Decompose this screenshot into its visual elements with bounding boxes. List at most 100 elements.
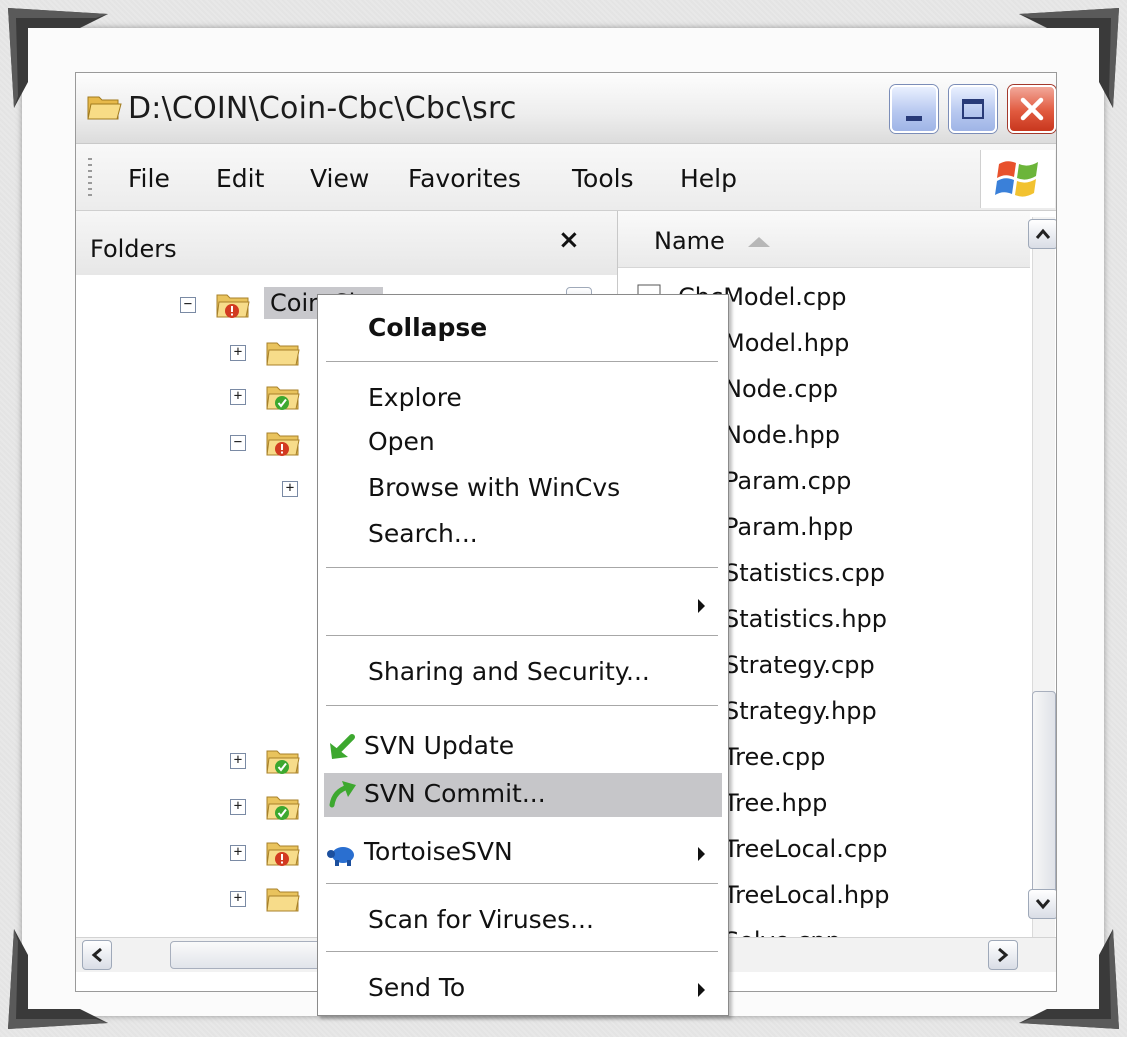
tree-node[interactable]: +: [282, 469, 322, 509]
sort-ascending-icon: [748, 237, 770, 247]
ctx-item-label: TortoiseSVN: [364, 837, 513, 866]
maximize-icon: [962, 99, 984, 119]
ctx-item-label: Collapse: [368, 313, 488, 342]
scroll-down-button[interactable]: [1028, 889, 1056, 919]
chevron-left-icon: [91, 947, 102, 963]
ctx-browse-wincvs[interactable]: Browse with WinCvs: [318, 467, 728, 511]
ctx-scan-viruses[interactable]: Scan for Viruses...: [318, 899, 728, 943]
windows-logo: [980, 150, 1055, 208]
ctx-svn-commit[interactable]: SVN Commit...: [324, 773, 722, 817]
ctx-item-label: Sharing and Security...: [368, 657, 650, 686]
file-name: Strategy.hpp: [724, 697, 877, 725]
scroll-left-button[interactable]: [82, 940, 112, 970]
collapse-toggle-icon[interactable]: −: [230, 435, 246, 451]
ctx-item-label: Send To: [368, 973, 466, 1002]
ctx-submenu-item[interactable]: [318, 583, 728, 627]
menu-separator: [326, 951, 718, 952]
close-icon: [1020, 97, 1044, 121]
folders-header: Folders ×: [76, 211, 617, 275]
chevron-down-icon: [1035, 899, 1051, 910]
file-name: Param.hpp: [724, 513, 854, 541]
folder-icon: [266, 888, 300, 912]
menu-separator: [326, 883, 718, 884]
file-name: Param.cpp: [724, 467, 852, 495]
minimize-button[interactable]: [890, 85, 938, 133]
ctx-svn-update[interactable]: SVN Update: [318, 725, 728, 769]
ctx-item-label: Browse with WinCvs: [368, 473, 621, 502]
expand-toggle-icon[interactable]: +: [282, 481, 298, 497]
ctx-item-label: Search...: [368, 519, 478, 548]
menu-help[interactable]: Help: [680, 164, 737, 193]
context-menu: Collapse Explore Open Browse with WinCvs…: [317, 294, 729, 1016]
folder-versioned-icon: [266, 796, 300, 820]
ctx-item-label: Explore: [368, 383, 462, 412]
folder-versioned-icon: [266, 386, 300, 410]
menu-tools[interactable]: Tools: [572, 164, 634, 193]
folders-close-icon[interactable]: ×: [558, 225, 580, 255]
menu-separator: [326, 705, 718, 706]
expand-toggle-icon[interactable]: +: [230, 345, 246, 361]
expand-toggle-icon[interactable]: +: [230, 799, 246, 815]
file-name: Tree.cpp: [724, 743, 826, 771]
file-name: Strategy.cpp: [724, 651, 875, 679]
menu-separator: [326, 361, 718, 362]
menu-separator: [326, 567, 718, 568]
windows-flag-icon: [995, 161, 1038, 197]
file-name: Tree.hpp: [724, 789, 828, 817]
folder-conflict-icon: [266, 432, 300, 456]
menu-view[interactable]: View: [310, 164, 369, 193]
ctx-item-label: SVN Commit...: [364, 779, 546, 808]
submenu-arrow-icon: [698, 599, 705, 613]
close-button[interactable]: [1008, 85, 1056, 133]
window-title: D:\COIN\Coin-Cbc\Cbc\src: [128, 91, 517, 126]
menu-bar: File Edit View Favorites Tools Help: [76, 144, 1056, 211]
folder-conflict-icon: [216, 294, 250, 318]
file-name: Statistics.cpp: [724, 559, 886, 587]
chevron-right-icon: [998, 947, 1009, 963]
ctx-item-label: Open: [368, 427, 435, 456]
ctx-tortoisesvn[interactable]: TortoiseSVN: [318, 831, 728, 875]
ctx-collapse[interactable]: Collapse: [318, 307, 728, 351]
menu-file[interactable]: File: [128, 164, 170, 193]
submenu-arrow-icon: [698, 983, 705, 997]
vertical-scroll-thumb[interactable]: [1032, 691, 1056, 903]
folder-versioned-icon: [266, 750, 300, 774]
scroll-right-button[interactable]: [988, 940, 1018, 970]
file-name: Statistics.hpp: [724, 605, 888, 633]
menu-favorites[interactable]: Favorites: [408, 164, 521, 193]
ctx-open[interactable]: Open: [318, 421, 728, 465]
ctx-item-label: Scan for Viruses...: [368, 905, 594, 934]
file-name: Node.hpp: [724, 421, 840, 449]
file-name: TreeLocal.hpp: [724, 881, 890, 909]
name-column-label: Name: [654, 227, 725, 255]
name-column-header[interactable]: Name: [618, 211, 1030, 268]
scroll-up-button[interactable]: [1028, 219, 1056, 249]
chevron-up-icon: [1035, 228, 1051, 239]
expand-toggle-icon[interactable]: +: [230, 845, 246, 861]
svn-update-icon: [330, 734, 355, 759]
ctx-explore[interactable]: Explore: [318, 377, 728, 421]
title-bar[interactable]: D:\COIN\Coin-Cbc\Cbc\src: [76, 73, 1056, 144]
menu-edit[interactable]: Edit: [216, 164, 264, 193]
ctx-search[interactable]: Search...: [318, 513, 728, 557]
folders-title: Folders: [90, 235, 177, 263]
open-folder-icon: [86, 91, 122, 123]
maximize-button[interactable]: [949, 85, 997, 133]
expand-toggle-icon[interactable]: +: [230, 753, 246, 769]
minimize-icon: [906, 115, 922, 121]
folder-conflict-icon: [266, 842, 300, 866]
file-name: Node.cpp: [724, 375, 838, 403]
expand-toggle-icon[interactable]: +: [230, 389, 246, 405]
folder-icon: [266, 342, 300, 366]
ctx-sharing-security[interactable]: Sharing and Security...: [318, 651, 728, 695]
tortoisesvn-icon: [327, 847, 354, 866]
menu-separator: [326, 635, 718, 636]
ctx-item-label: SVN Update: [364, 731, 515, 760]
file-name: TreeLocal.cpp: [724, 835, 888, 863]
collapse-toggle-icon[interactable]: −: [180, 297, 196, 313]
file-name: Model.hpp: [724, 329, 850, 357]
ctx-send-to[interactable]: Send To: [318, 967, 728, 1011]
expand-toggle-icon[interactable]: +: [230, 891, 246, 907]
toolbar-grip[interactable]: [88, 158, 92, 196]
svn-commit-icon: [329, 781, 356, 808]
